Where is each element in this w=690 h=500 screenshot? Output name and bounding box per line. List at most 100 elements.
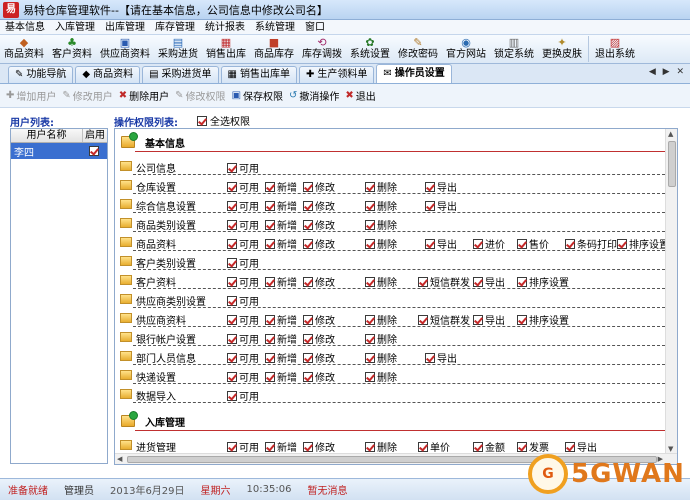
checkbox-icon[interactable] xyxy=(227,441,237,452)
checkbox-icon[interactable] xyxy=(303,371,313,382)
checkbox-icon[interactable] xyxy=(418,441,428,452)
checkbox-icon[interactable] xyxy=(265,314,275,325)
checkbox-icon[interactable] xyxy=(265,200,275,211)
checkbox-icon[interactable] xyxy=(227,295,237,306)
toolbar-button[interactable]: ✦ 更换皮肤 xyxy=(538,35,586,63)
checkbox-icon[interactable] xyxy=(227,276,237,287)
checkbox-icon[interactable] xyxy=(473,238,483,249)
checkbox-icon[interactable] xyxy=(365,181,375,192)
checkbox-icon[interactable] xyxy=(227,200,237,211)
permission-checkbox[interactable]: 新增 xyxy=(265,236,297,251)
scroll-left-icon[interactable]: ◀ xyxy=(117,455,122,463)
checkbox-icon[interactable] xyxy=(617,238,627,249)
permission-checkbox[interactable]: 删除 xyxy=(365,331,397,346)
checkbox-icon[interactable] xyxy=(265,371,275,382)
checkbox-icon[interactable] xyxy=(265,333,275,344)
permission-checkbox[interactable]: 修改 xyxy=(303,198,335,213)
permission-checkbox[interactable]: 短信群发 xyxy=(418,274,470,289)
select-all-checkbox[interactable]: 全选权限 xyxy=(197,113,250,128)
permission-checkbox[interactable]: 删除 xyxy=(365,369,397,384)
permission-checkbox[interactable]: 可用 xyxy=(227,350,259,365)
permission-checkbox[interactable]: 排序设置 xyxy=(517,274,569,289)
checkbox-icon[interactable] xyxy=(365,314,375,325)
permission-checkbox[interactable]: 条码打印 xyxy=(565,236,617,251)
permission-checkbox[interactable]: 排序设置 xyxy=(617,236,665,251)
checkbox-icon[interactable] xyxy=(227,371,237,382)
tab-4[interactable]: ▦ 销售出库单 xyxy=(220,66,297,83)
checkbox-icon[interactable] xyxy=(303,441,313,452)
checkbox-icon[interactable] xyxy=(365,441,375,452)
toolbar-button[interactable]: ▦ 销售出库 xyxy=(202,35,250,63)
checkbox-icon[interactable] xyxy=(265,181,275,192)
checkbox-icon[interactable] xyxy=(265,441,275,452)
checkbox-icon[interactable] xyxy=(303,200,313,211)
checkbox-icon[interactable] xyxy=(303,333,313,344)
checkbox-icon[interactable] xyxy=(365,276,375,287)
user-row[interactable]: 李四 xyxy=(11,143,107,159)
scroll-down-icon[interactable]: ▼ xyxy=(668,445,673,453)
menu-item[interactable]: 入库管理 xyxy=(50,20,100,35)
tab-1[interactable]: ✎ 功能导航 xyxy=(8,66,74,83)
scroll-thumb[interactable] xyxy=(668,141,676,187)
checkbox-icon[interactable] xyxy=(365,371,375,382)
permission-checkbox[interactable]: 排序设置 xyxy=(517,312,569,327)
permission-checkbox[interactable]: 修改 xyxy=(303,274,335,289)
permission-checkbox[interactable]: 删除 xyxy=(365,236,397,251)
checkbox-icon[interactable] xyxy=(418,276,428,287)
checkbox-icon[interactable] xyxy=(517,238,527,249)
checkbox-icon[interactable] xyxy=(425,181,435,192)
menu-item[interactable]: 基本信息 xyxy=(0,20,50,35)
permission-checkbox[interactable]: 可用 xyxy=(227,388,259,403)
menu-item[interactable]: 窗口 xyxy=(300,20,330,35)
permission-checkbox[interactable]: 可用 xyxy=(227,217,259,232)
tab-2[interactable]: ◆ 商品资料 xyxy=(75,66,141,83)
toolbar-button[interactable]: ▨ 退出系统 xyxy=(591,35,639,63)
permission-checkbox[interactable]: 删除 xyxy=(365,312,397,327)
permission-checkbox[interactable]: 导出 xyxy=(425,236,457,251)
checkbox-icon[interactable] xyxy=(473,441,483,452)
checkbox-icon[interactable] xyxy=(565,238,575,249)
permission-checkbox[interactable]: 可用 xyxy=(227,274,259,289)
permission-checkbox[interactable]: 导出 xyxy=(473,312,505,327)
checkbox-icon[interactable] xyxy=(227,333,237,344)
checkbox-icon[interactable] xyxy=(227,238,237,249)
menu-item[interactable]: 出库管理 xyxy=(100,20,150,35)
permission-checkbox[interactable]: 删除 xyxy=(365,274,397,289)
checkbox-icon[interactable] xyxy=(565,441,575,452)
checkbox-icon[interactable] xyxy=(227,181,237,192)
permission-checkbox[interactable]: 发票 xyxy=(517,439,549,454)
permission-checkbox[interactable]: 售价 xyxy=(517,236,549,251)
permission-checkbox[interactable]: 可用 xyxy=(227,255,259,270)
permission-checkbox[interactable]: 修改 xyxy=(303,312,335,327)
permission-checkbox[interactable]: 删除 xyxy=(365,217,397,232)
toolbar-button[interactable]: ♣ 客户资料 xyxy=(48,35,96,63)
menu-item[interactable]: 统计报表 xyxy=(200,20,250,35)
toolbar-button[interactable]: ◉ 官方网站 xyxy=(442,35,490,63)
tab-6[interactable]: ✉ 操作员设置 xyxy=(376,64,452,83)
permission-checkbox[interactable]: 新增 xyxy=(265,439,297,454)
checkbox-icon[interactable] xyxy=(227,219,237,230)
permission-checkbox[interactable]: 导出 xyxy=(425,350,457,365)
checkbox-icon[interactable] xyxy=(265,238,275,249)
checkbox-icon[interactable] xyxy=(365,238,375,249)
checkbox-icon[interactable] xyxy=(425,200,435,211)
permission-checkbox[interactable]: 导出 xyxy=(565,439,597,454)
checkbox-icon[interactable] xyxy=(303,314,313,325)
checkbox-icon[interactable] xyxy=(227,314,237,325)
enabled-checkbox[interactable] xyxy=(89,146,99,156)
permission-checkbox[interactable]: 新增 xyxy=(265,179,297,194)
toolbar-button[interactable]: ■ 商品库存 xyxy=(250,35,298,63)
toolbar-button[interactable]: ◆ 商品资料 xyxy=(0,35,48,63)
permission-checkbox[interactable]: 导出 xyxy=(425,179,457,194)
checkbox-icon[interactable] xyxy=(303,276,313,287)
toolbar-button[interactable]: ▤ 采购进货 xyxy=(154,35,202,63)
op-button[interactable]: ▣ 保存权限 xyxy=(232,88,283,103)
checkbox-icon[interactable] xyxy=(517,441,527,452)
toolbar-button[interactable]: ▣ 供应商资料 xyxy=(96,35,154,63)
permission-checkbox[interactable]: 删除 xyxy=(365,350,397,365)
permission-checkbox[interactable]: 可用 xyxy=(227,312,259,327)
checkbox-icon[interactable] xyxy=(265,276,275,287)
menu-item[interactable]: 库存管理 xyxy=(150,20,200,35)
permission-checkbox[interactable]: 新增 xyxy=(265,331,297,346)
permission-checkbox[interactable]: 修改 xyxy=(303,331,335,346)
